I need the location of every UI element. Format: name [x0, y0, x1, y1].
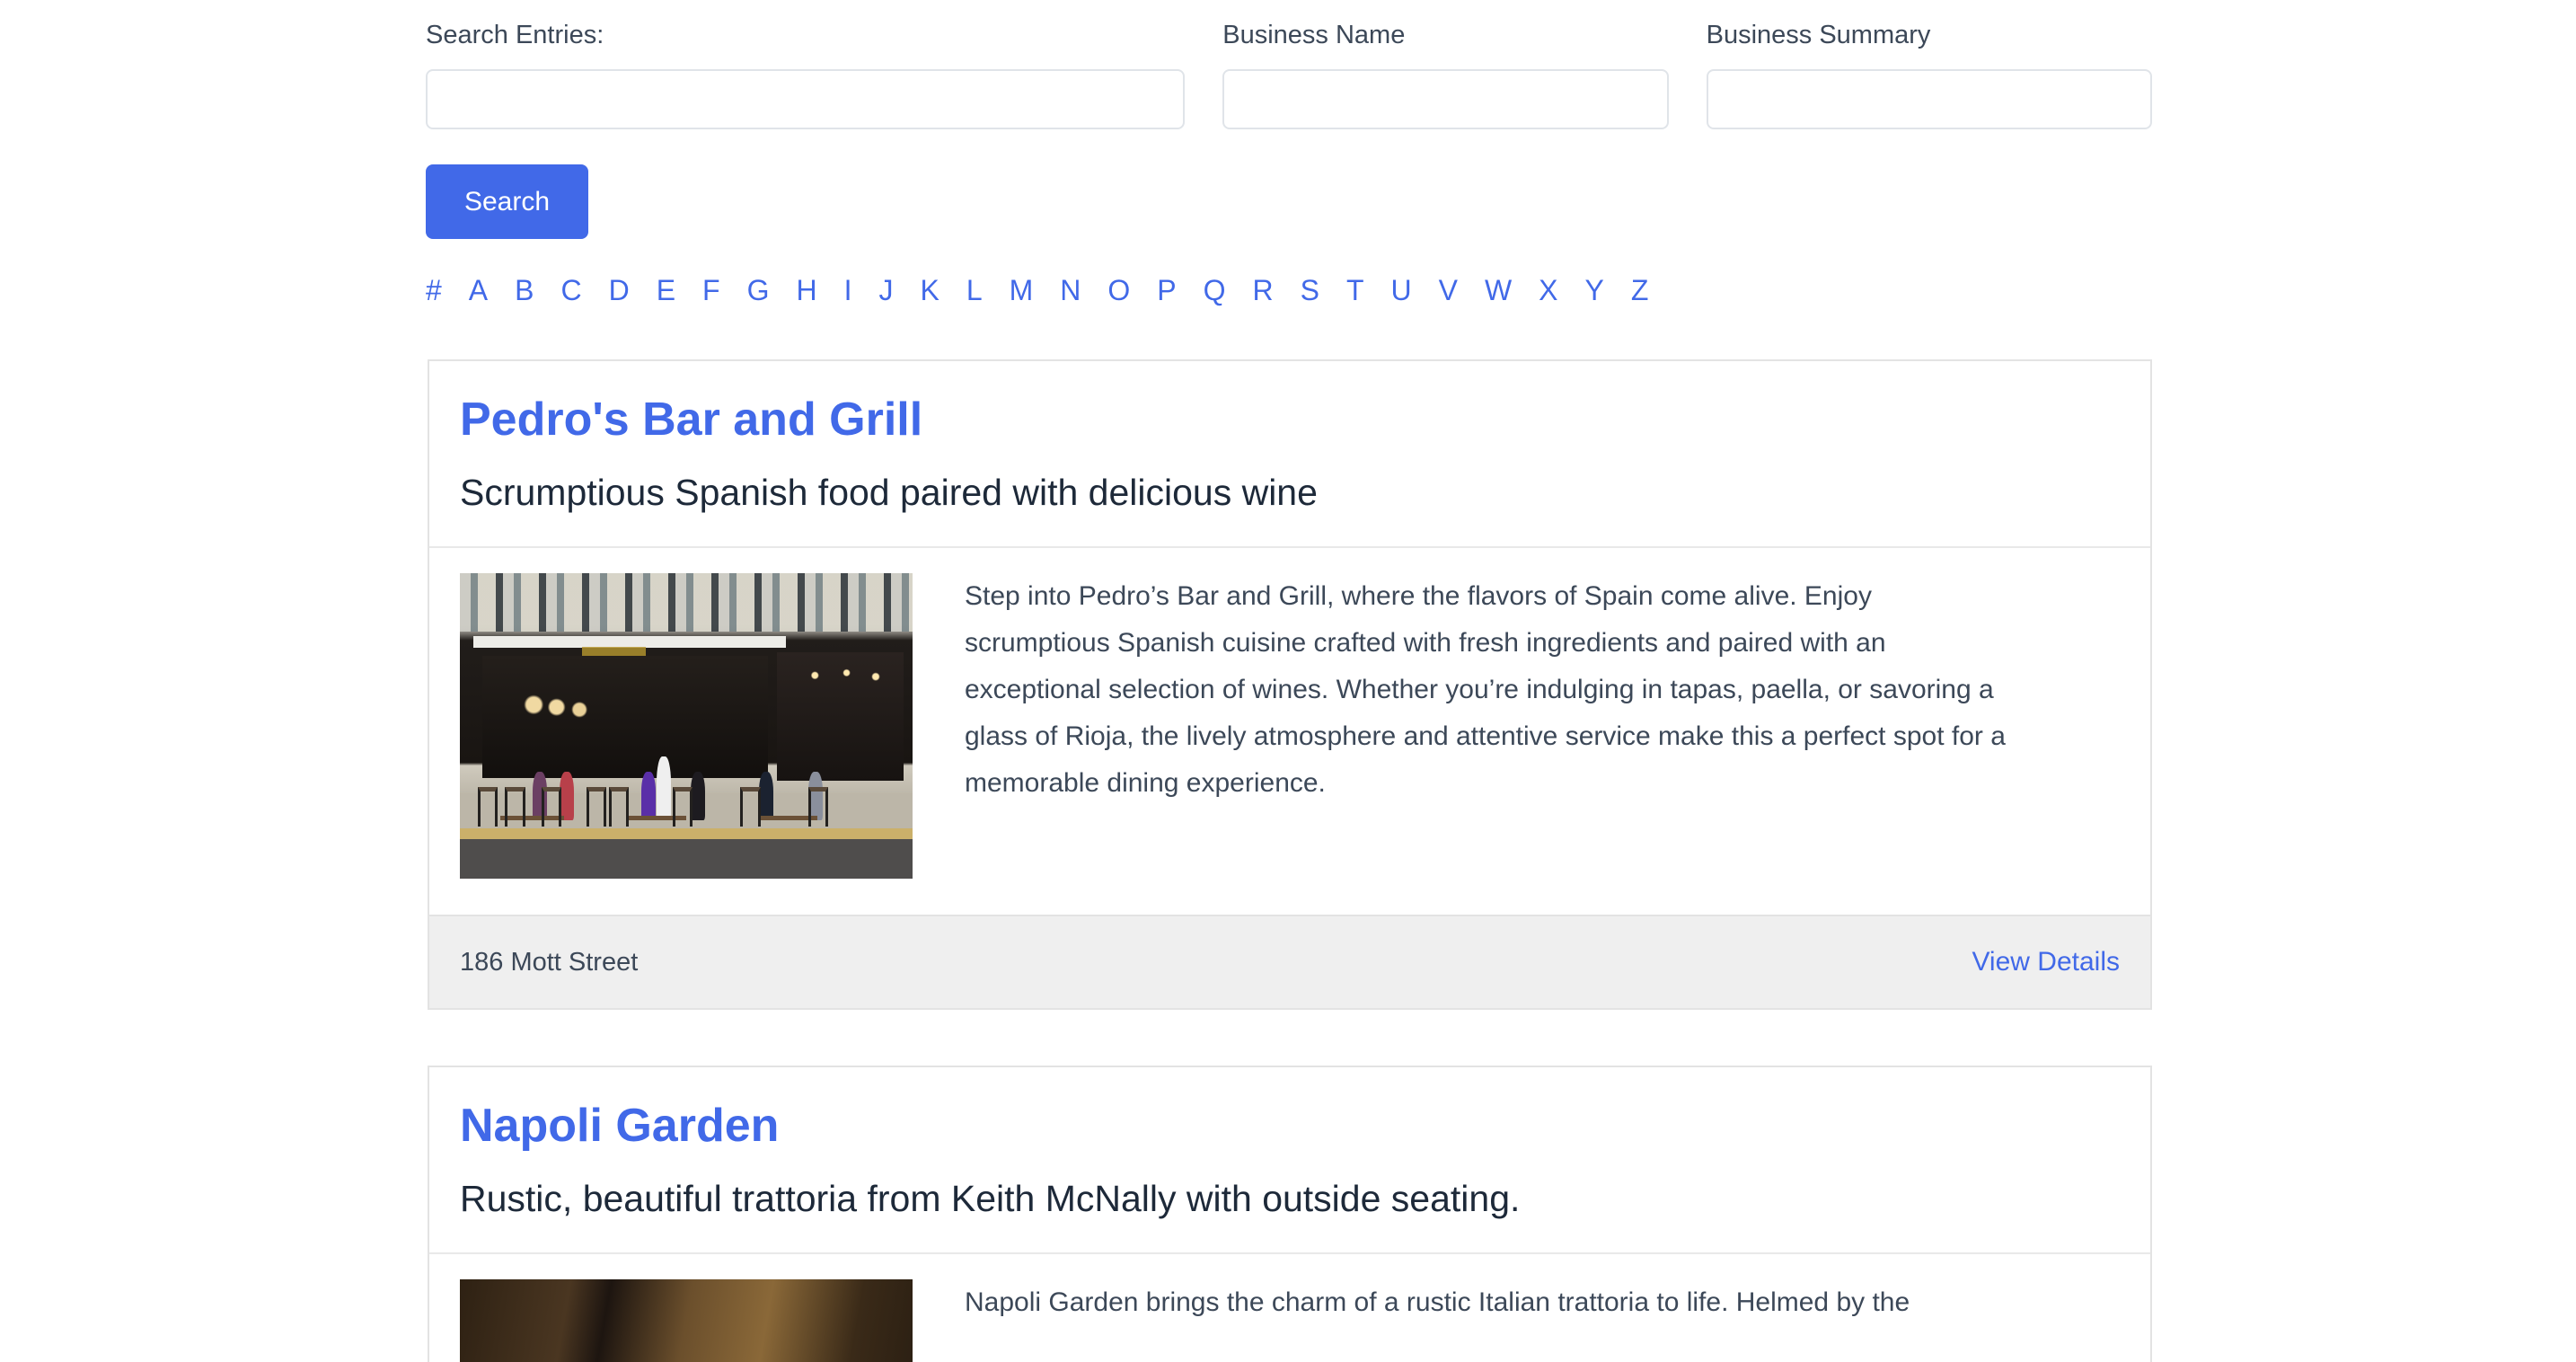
alphabet-link-h[interactable]: H — [796, 272, 816, 308]
alphabet-link-m[interactable]: M — [1010, 272, 1034, 308]
business-listing-card: Pedro's Bar and Grill Scrumptious Spanish… — [428, 359, 2152, 1010]
alphabet-link-l[interactable]: L — [966, 272, 983, 308]
alphabet-link-v[interactable]: V — [1439, 272, 1458, 308]
business-title-link[interactable]: Pedro's Bar and Grill — [460, 392, 2120, 447]
alphabet-link-y[interactable]: Y — [1585, 272, 1604, 308]
alphabet-link-r[interactable]: R — [1253, 272, 1274, 308]
alphabet-link-q[interactable]: Q — [1204, 272, 1226, 308]
alphabet-link-e[interactable]: E — [657, 272, 675, 308]
alphabet-link-g[interactable]: G — [747, 272, 770, 308]
alphabet-link-k[interactable]: K — [920, 272, 939, 308]
business-description: Napoli Garden brings the charm of a rust… — [965, 1287, 1910, 1317]
alphabet-link-z[interactable]: Z — [1631, 272, 1649, 308]
search-form: Search Entries: Business Name Business S… — [426, 20, 2152, 129]
alphabet-link-o[interactable]: O — [1107, 272, 1130, 308]
alphabet-link-x[interactable]: X — [1539, 272, 1557, 308]
alphabet-link-d[interactable]: D — [609, 272, 630, 308]
alphabet-link-w[interactable]: W — [1485, 272, 1512, 308]
alphabet-link-p[interactable]: P — [1157, 272, 1176, 308]
alphabet-link-c[interactable]: C — [560, 272, 581, 308]
view-details-link[interactable]: View Details — [1972, 947, 2120, 977]
alphabet-link-s[interactable]: S — [1301, 272, 1319, 308]
business-listing-card: Napoli Garden Rustic, beautiful trattoria… — [428, 1066, 2152, 1362]
alphabet-link-b[interactable]: B — [515, 272, 534, 308]
business-summary-field-group: Business Summary — [1706, 20, 2152, 129]
business-subtitle: Scrumptious Spanish food paired with del… — [460, 472, 1318, 513]
business-name-field-group: Business Name — [1222, 20, 1669, 129]
business-summary-label: Business Summary — [1706, 21, 1931, 49]
alphabet-link-u[interactable]: U — [1391, 272, 1412, 308]
business-photo — [460, 1279, 913, 1362]
business-name-label: Business Name — [1222, 21, 1406, 49]
business-listings: Pedro's Bar and Grill Scrumptious Spanish… — [428, 359, 2152, 1362]
alphabet-link-i[interactable]: I — [844, 272, 852, 308]
card-body: Napoli Garden brings the charm of a rust… — [429, 1254, 2150, 1362]
alphabet-link-n[interactable]: N — [1060, 272, 1081, 308]
business-subtitle: Rustic, beautiful trattoria from Keith M… — [460, 1178, 1521, 1219]
card-body: Step into Pedro’s Bar and Grill, where t… — [429, 548, 2150, 915]
alphabet-link-t[interactable]: T — [1346, 272, 1364, 308]
business-address: 186 Mott Street — [460, 948, 639, 977]
alphabet-link-hash[interactable]: # — [426, 272, 442, 308]
alphabet-link-f[interactable]: F — [702, 272, 720, 308]
search-entries-input[interactable] — [426, 69, 1186, 129]
business-description: Step into Pedro’s Bar and Grill, where t… — [965, 581, 2006, 798]
search-entries-field-group: Search Entries: — [426, 20, 1186, 129]
alphabet-link-a[interactable]: A — [469, 272, 488, 308]
card-header: Napoli Garden Rustic, beautiful trattoria… — [429, 1067, 2150, 1254]
card-footer: 186 Mott Street View Details — [429, 915, 2150, 1008]
business-directory-page: Search Entries: Business Name Business S… — [0, 0, 2576, 1362]
search-submit-button[interactable]: Search — [426, 164, 588, 239]
business-summary-input[interactable] — [1706, 69, 2152, 129]
business-photo — [460, 573, 913, 879]
business-title-link[interactable]: Napoli Garden — [460, 1098, 2120, 1154]
alphabet-index-nav: # A B C D E F G H I J K L M N O P Q R S T U V W X Y Z — [426, 272, 1648, 308]
alphabet-link-j[interactable]: J — [878, 272, 893, 308]
search-entries-label: Search Entries: — [426, 21, 604, 49]
business-name-input[interactable] — [1222, 69, 1669, 129]
card-header: Pedro's Bar and Grill Scrumptious Spanish… — [429, 361, 2150, 548]
